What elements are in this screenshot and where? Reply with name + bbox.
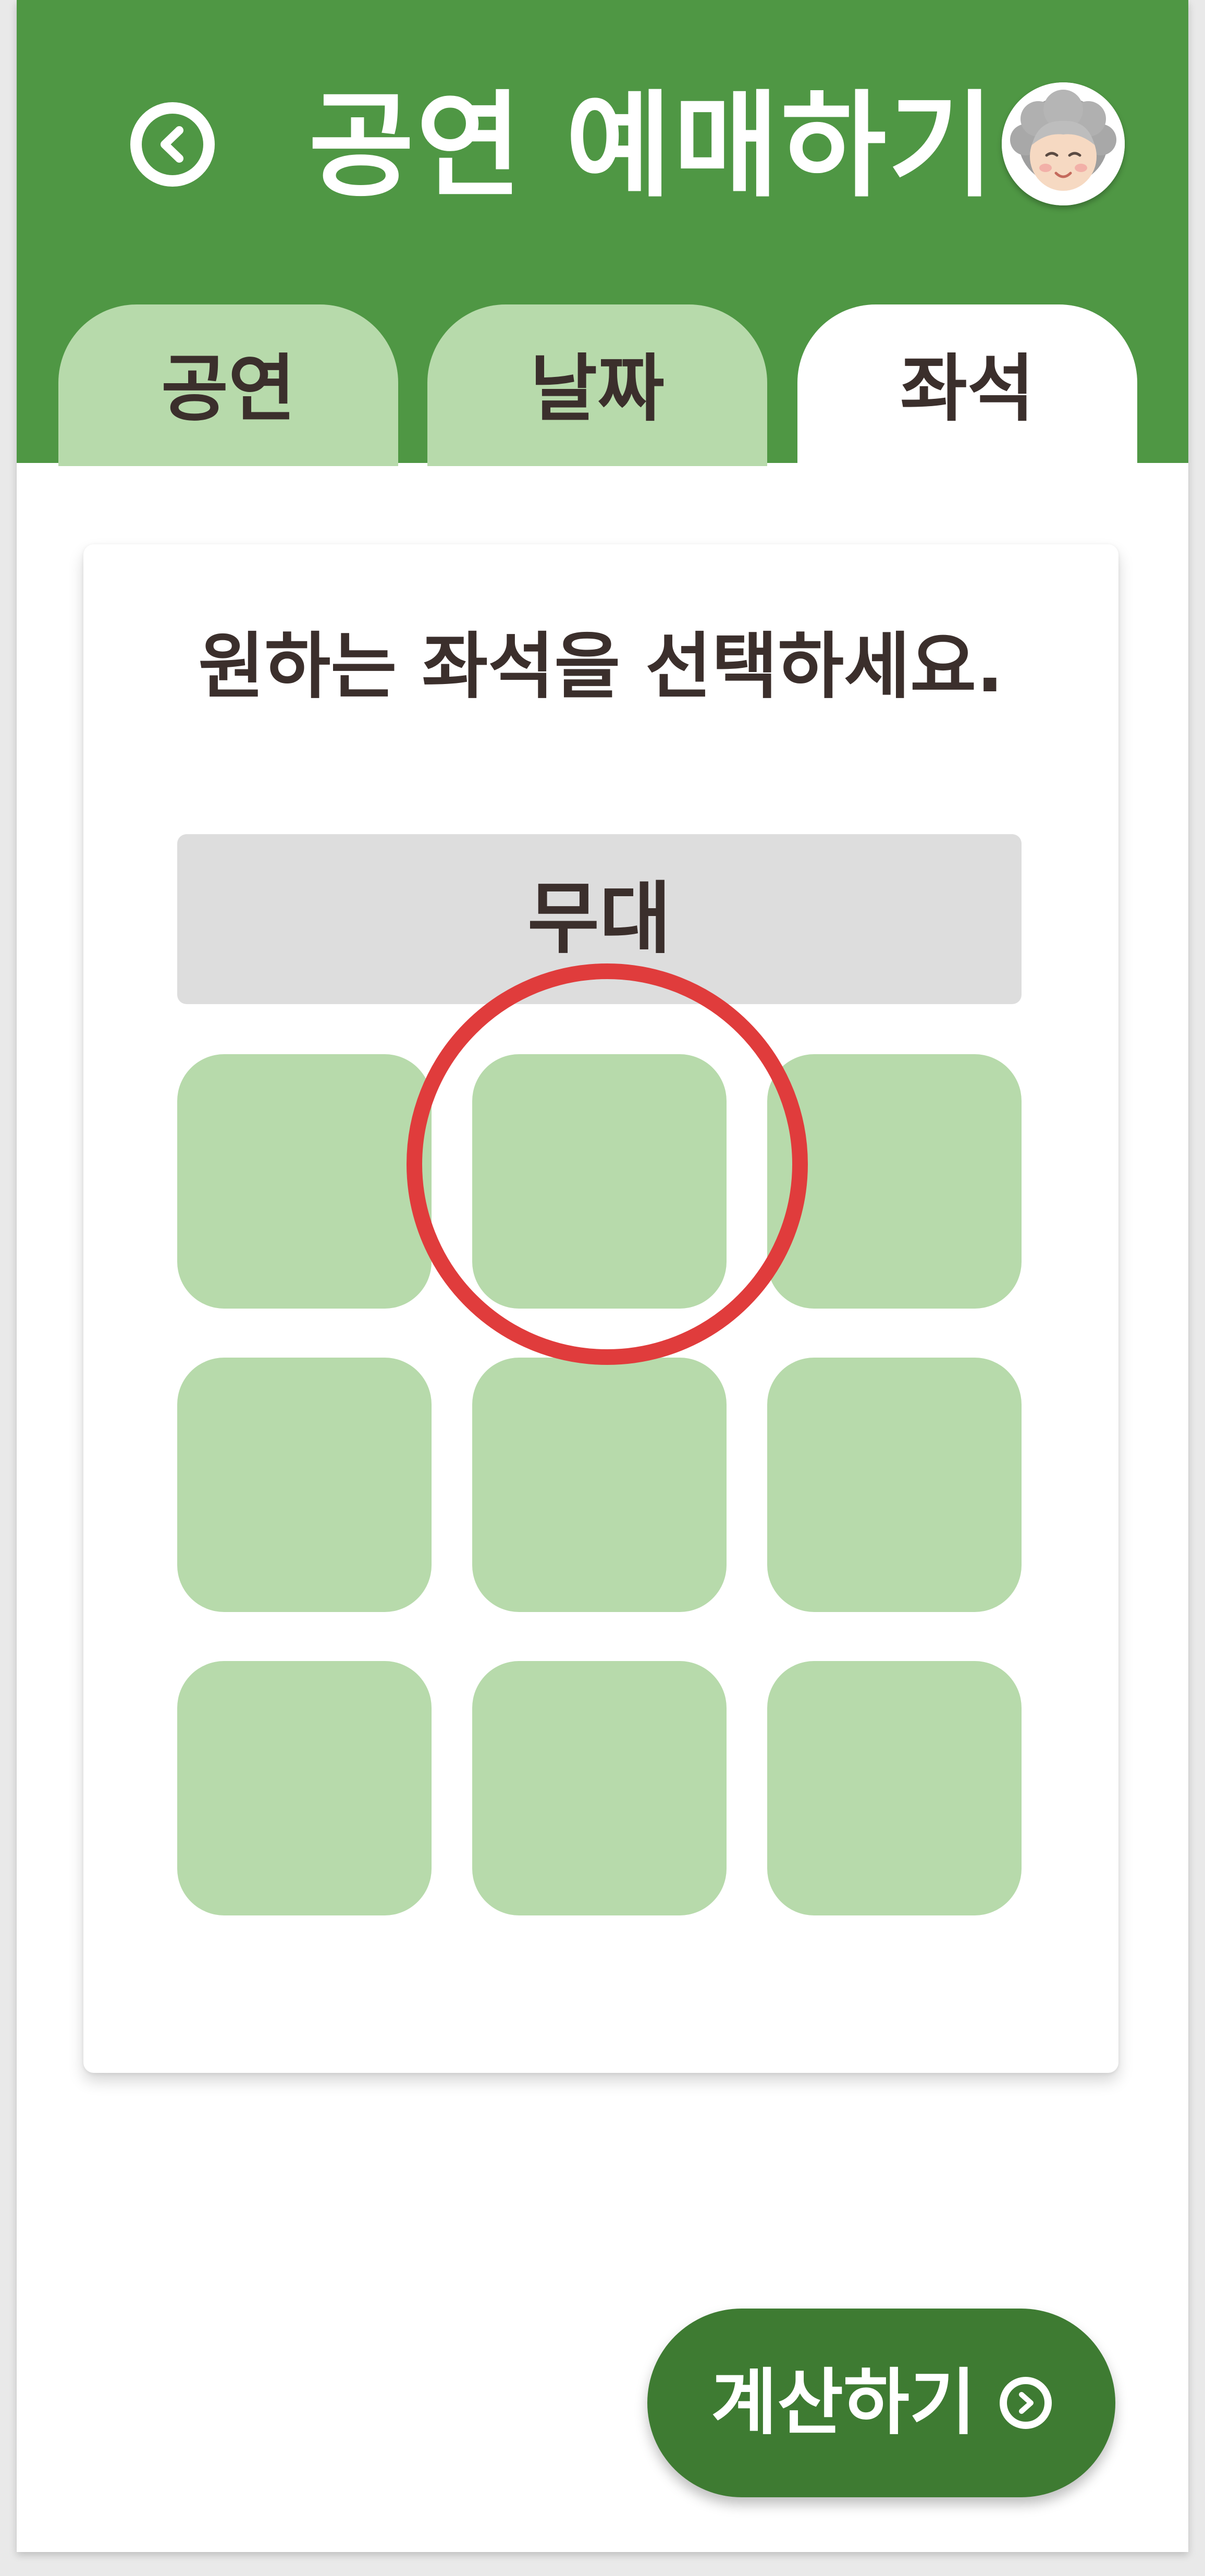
user-avatar[interactable] xyxy=(1002,82,1125,205)
chevron-right-circle-icon xyxy=(999,2377,1052,2429)
chevron-right-icon xyxy=(1018,2392,1034,2414)
seat-r3-c2[interactable] xyxy=(472,1661,727,1915)
seat-r1-c2[interactable] xyxy=(472,1054,727,1309)
stage-area: 무대 xyxy=(177,834,1022,1004)
tab-seat-label: 좌석 xyxy=(900,347,1035,432)
page-title: 공연 예매하기 xyxy=(309,79,996,213)
seat-r2-c1[interactable] xyxy=(177,1358,432,1612)
stage-label: 무대 xyxy=(527,874,671,965)
calculate-button-label: 계산하기 xyxy=(711,2361,976,2445)
seat-r1-c1[interactable] xyxy=(177,1054,432,1309)
back-button[interactable] xyxy=(130,102,215,187)
grandmother-avatar-icon xyxy=(1002,82,1125,205)
tab-seat[interactable]: 좌석 xyxy=(797,304,1137,466)
seat-r2-c3[interactable] xyxy=(767,1358,1022,1612)
tab-date[interactable]: 날짜 xyxy=(427,304,767,466)
seat-r2-c2[interactable] xyxy=(472,1358,727,1612)
seat-r3-c3[interactable] xyxy=(767,1661,1022,1915)
tab-date-label: 날짜 xyxy=(530,347,665,432)
app-screen: 공연 예매하기 공연 날짜 좌석 원하는 좌석을 선택하세요. 무대 계산하기 xyxy=(17,0,1188,2552)
tab-performance-label: 공연 xyxy=(161,347,296,432)
seat-selection-card: 원하는 좌석을 선택하세요. 무대 xyxy=(83,544,1118,2073)
instruction-text: 원하는 좌석을 선택하세요. xyxy=(198,625,1004,709)
chevron-left-icon xyxy=(161,126,183,163)
tab-performance[interactable]: 공연 xyxy=(58,304,398,466)
calculate-button[interactable]: 계산하기 xyxy=(647,2309,1115,2497)
seat-r1-c3[interactable] xyxy=(767,1054,1022,1309)
seat-r3-c1[interactable] xyxy=(177,1661,432,1915)
